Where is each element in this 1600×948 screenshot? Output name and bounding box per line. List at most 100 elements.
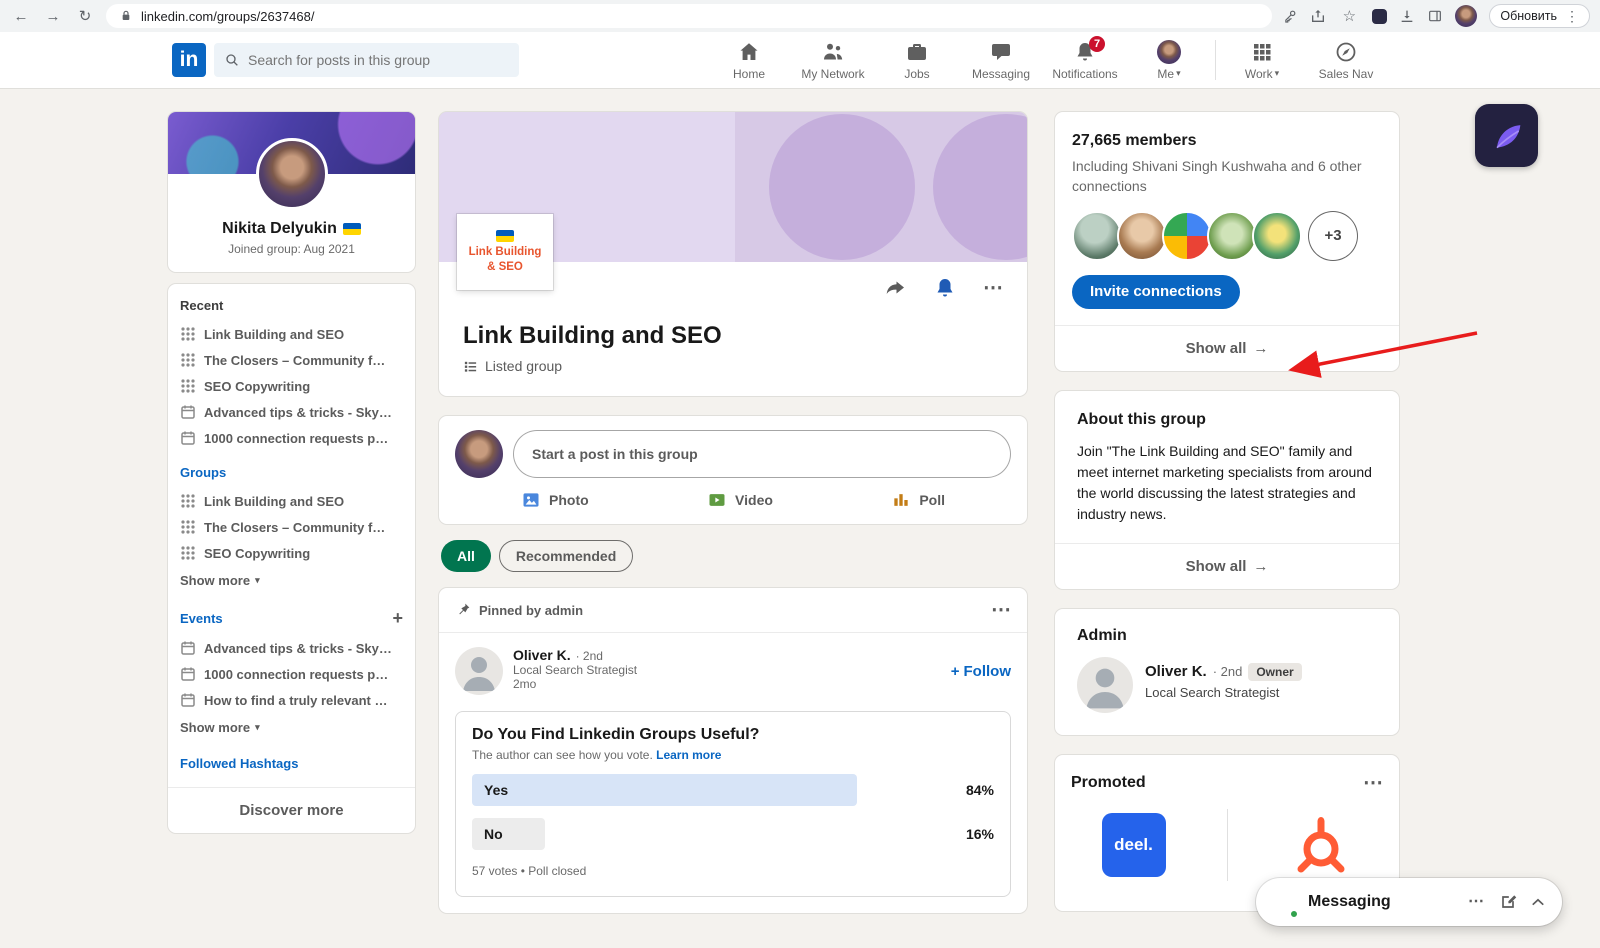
member-avatar[interactable] [1252,210,1302,261]
deel-ad-logo[interactable]: deel. [1101,812,1166,877]
update-button[interactable]: Обновить ⋮ [1489,4,1590,28]
bookmark-star-icon[interactable]: ☆ [1338,7,1360,25]
nav-messaging[interactable]: Messaging [959,32,1043,88]
video-button[interactable]: Video [707,490,773,510]
arrow-right-icon: → [1253,557,1269,575]
nav-sales-nav[interactable]: Sales Nav [1304,32,1388,88]
download-icon[interactable] [1399,8,1415,24]
browser-menu-icon[interactable]: ⋮ [1565,8,1579,25]
poll-button[interactable]: Poll [891,490,945,510]
members-show-all[interactable]: Show all → [1055,324,1399,371]
compose-message-icon[interactable] [1498,892,1518,912]
group-icon [180,545,196,561]
admin-avatar[interactable] [1077,656,1133,713]
profile-joined-date: Joined group: Aug 2021 [228,242,355,256]
events-item[interactable]: 1000 connection requests p… [168,661,415,687]
calendar-icon [180,430,196,446]
forward-icon[interactable]: → [42,8,64,25]
key-icon[interactable] [1282,8,1298,24]
members-overflow-badge[interactable]: +3 [1308,210,1358,261]
browser-extension-overlay-icon[interactable] [1475,104,1538,167]
filter-all-pill[interactable]: All [441,540,491,572]
group-notifications-bell-icon[interactable] [933,276,957,300]
profile-name[interactable]: Nikita Delyukin [168,220,415,238]
add-event-button[interactable]: + [392,609,403,627]
groups-item[interactable]: The Closers – Community f… [168,514,415,540]
recent-item[interactable]: Advanced tips & tricks - Sky… [168,399,415,425]
events-section-title[interactable]: Events + [168,595,415,635]
poll-option-bar[interactable]: No [472,818,546,850]
poll-widget: Do You Find Linkedin Groups Useful? The … [455,711,1011,897]
member-avatar[interactable] [1162,210,1212,261]
browser-chrome: ← → ↻ linkedin.com/groups/2637468/ ☆ Обн… [0,0,1600,32]
share-icon[interactable] [1310,8,1326,24]
followed-hashtags-link[interactable]: Followed Hashtags [168,742,415,777]
group-title: Link Building and SEO [463,322,722,349]
groups-show-more[interactable]: Show more ▾ [168,566,415,595]
post-overflow-menu-icon[interactable]: ⋯ [991,598,1011,622]
nav-me[interactable]: Me ▾ [1127,32,1211,88]
recent-item[interactable]: Link Building and SEO [168,321,415,347]
poll-option-bar[interactable]: Yes [472,774,857,806]
chevron-down-icon: ▾ [255,722,260,732]
nav-notifications[interactable]: 7 Notifications [1043,32,1127,88]
photo-button[interactable]: Photo [521,490,589,510]
about-show-all[interactable]: Show all → [1055,542,1399,589]
nav-home[interactable]: Home [707,32,791,88]
filter-recommended-pill[interactable]: Recommended [498,540,634,572]
groups-item[interactable]: Link Building and SEO [168,488,415,514]
members-including-text: Including Shivani Singh Kushwaha and 6 o… [1072,158,1362,195]
admin-name[interactable]: Oliver K. [1145,663,1207,680]
composer-avatar[interactable] [455,430,503,478]
promoted-overflow-menu-icon[interactable]: ⋯ [1363,771,1383,795]
search-box[interactable] [214,43,519,77]
member-avatars-row: +3 [1072,210,1382,261]
calendar-icon [180,666,196,682]
browser-profile-avatar[interactable] [1455,5,1478,27]
profile-avatar[interactable] [255,138,328,210]
messaging-overflow-menu-icon[interactable]: ⋯ [1468,892,1488,912]
members-count: 27,665 members [1072,132,1197,149]
expand-panel-chevron-icon[interactable] [1528,892,1548,912]
nav-work[interactable]: Work ▾ [1220,32,1304,88]
invite-connections-button[interactable]: Invite connections [1072,274,1240,309]
start-post-input[interactable]: Start a post in this group [513,430,1011,478]
address-bar[interactable]: linkedin.com/groups/2637468/ [106,4,1273,28]
extension-icon[interactable] [1372,8,1388,24]
group-overflow-menu-icon[interactable]: ⋯ [983,276,1003,300]
groups-section-title[interactable]: Groups [168,451,415,488]
back-icon[interactable]: ← [10,8,32,25]
share-group-icon[interactable] [883,276,907,300]
member-avatar[interactable] [1072,210,1122,261]
messaging-panel-title[interactable]: Messaging [1308,893,1458,911]
side-panel-icon[interactable] [1427,8,1443,24]
linkedin-logo[interactable]: in [172,43,206,77]
nav-my-network[interactable]: My Network [791,32,875,88]
follow-button[interactable]: + Follow [951,647,1011,695]
events-show-more[interactable]: Show more ▾ [168,713,415,742]
reload-icon[interactable]: ↻ [74,7,96,25]
messaging-overlay-panel[interactable]: Messaging ⋯ [1256,878,1562,926]
recent-item[interactable]: SEO Copywriting [168,373,415,399]
profile-card: Nikita Delyukin Joined group: Aug 2021 [168,112,415,272]
discover-more-button[interactable]: Discover more [168,787,415,833]
messaging-icon [989,40,1013,64]
learn-more-link[interactable]: Learn more [656,748,721,762]
recent-item[interactable]: The Closers – Community f… [168,347,415,373]
events-item[interactable]: How to find a truly relevant … [168,687,415,713]
member-avatar[interactable] [1207,210,1257,261]
nav-jobs[interactable]: Jobs [875,32,959,88]
post-author-headline: Local Search Strategist [513,663,638,677]
post-author-avatar[interactable] [455,647,503,695]
poll-footer: 57 votes • Poll closed [472,864,587,878]
post-author-name[interactable]: Oliver K. [513,647,571,663]
hubspot-sprocket-ad-logo[interactable] [1289,813,1353,877]
events-item[interactable]: Advanced tips & tricks - Sky… [168,635,415,661]
search-input[interactable] [248,52,509,68]
recent-item[interactable]: 1000 connection requests p… [168,425,415,451]
member-avatar[interactable] [1117,210,1167,261]
groups-item[interactable]: SEO Copywriting [168,540,415,566]
group-logo[interactable]: Link Building & SEO [457,214,553,290]
compass-icon [1334,40,1358,64]
post-composer-card: Start a post in this group Photo Video P… [439,416,1027,524]
